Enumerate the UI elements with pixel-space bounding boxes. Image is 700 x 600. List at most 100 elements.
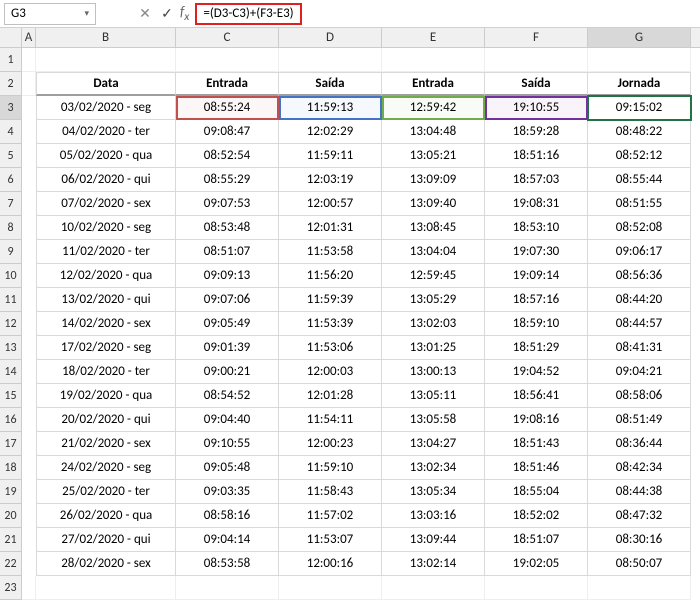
cell[interactable]	[382, 48, 485, 72]
formula-input[interactable]: =(D3-C3)+(F3-E3)	[195, 3, 301, 25]
cell[interactable]: 13:05:29	[382, 288, 485, 312]
cell[interactable]	[22, 48, 36, 72]
cell[interactable]: 08:55:24	[176, 96, 279, 120]
cell[interactable]: 07/02/2020 - sex	[36, 192, 176, 216]
cell[interactable]: 13:05:34	[382, 480, 485, 504]
cell[interactable]: 12:59:42	[382, 96, 485, 120]
cell[interactable]	[36, 48, 176, 72]
row-header[interactable]: 16	[0, 408, 22, 432]
cell[interactable]: 13:03:16	[382, 504, 485, 528]
cell[interactable]: 09:05:48	[176, 456, 279, 480]
cell[interactable]: 08:44:20	[588, 288, 691, 312]
cell[interactable]: 19:10:55	[485, 96, 588, 120]
cell[interactable]: 17/02/2020 - seg	[36, 336, 176, 360]
cell[interactable]: 08:41:31	[588, 336, 691, 360]
cell[interactable]: 08:50:07	[588, 552, 691, 576]
cell[interactable]	[382, 576, 485, 600]
cell[interactable]: 28/02/2020 - sex	[36, 552, 176, 576]
cell[interactable]: 12/02/2020 - qua	[36, 264, 176, 288]
cell[interactable]: 27/02/2020 - qui	[36, 528, 176, 552]
cell[interactable]: 09:04:40	[176, 408, 279, 432]
select-all-corner[interactable]	[0, 28, 22, 47]
table-header[interactable]: Jornada	[588, 72, 691, 96]
cell[interactable]: 13:01:25	[382, 336, 485, 360]
cell[interactable]	[22, 528, 36, 552]
cell[interactable]: 08:52:54	[176, 144, 279, 168]
cell[interactable]: 18:55:04	[485, 480, 588, 504]
row-header[interactable]: 2	[0, 72, 22, 96]
cell[interactable]: 11:53:07	[279, 528, 382, 552]
cell[interactable]	[22, 192, 36, 216]
cell[interactable]: 08:36:44	[588, 432, 691, 456]
cell[interactable]: 08:53:58	[176, 552, 279, 576]
cell[interactable]	[279, 576, 382, 600]
cell[interactable]: 14/02/2020 - sex	[36, 312, 176, 336]
cell[interactable]: 13:05:11	[382, 384, 485, 408]
cell[interactable]	[22, 360, 36, 384]
cell[interactable]: 19:08:16	[485, 408, 588, 432]
cell[interactable]: 18:51:43	[485, 432, 588, 456]
cell[interactable]	[22, 480, 36, 504]
cell[interactable]: 13:04:04	[382, 240, 485, 264]
cell[interactable]: 11:53:58	[279, 240, 382, 264]
cell[interactable]	[279, 48, 382, 72]
cell[interactable]: 13:04:27	[382, 432, 485, 456]
cell[interactable]	[22, 504, 36, 528]
cell[interactable]	[176, 48, 279, 72]
cell[interactable]: 19:04:52	[485, 360, 588, 384]
row-header[interactable]: 15	[0, 384, 22, 408]
cell[interactable]	[22, 312, 36, 336]
row-header[interactable]: 9	[0, 240, 22, 264]
cell[interactable]: 12:00:23	[279, 432, 382, 456]
cell[interactable]: 08:48:22	[588, 120, 691, 144]
fx-icon[interactable]: fx	[180, 3, 189, 24]
cell[interactable]: 18:51:07	[485, 528, 588, 552]
cell[interactable]: 11:53:39	[279, 312, 382, 336]
row-header[interactable]: 11	[0, 288, 22, 312]
chevron-down-icon[interactable]: ▾	[84, 8, 89, 19]
cell[interactable]	[588, 48, 691, 72]
table-header[interactable]: Entrada	[382, 72, 485, 96]
cell[interactable]: 25/02/2020 - ter	[36, 480, 176, 504]
cell[interactable]: 09:07:06	[176, 288, 279, 312]
cell[interactable]	[22, 96, 36, 120]
cell[interactable]: 04/02/2020 - ter	[36, 120, 176, 144]
cell[interactable]: 18/02/2020 - ter	[36, 360, 176, 384]
cell[interactable]: 09:03:35	[176, 480, 279, 504]
row-header[interactable]: 19	[0, 480, 22, 504]
cell[interactable]: 06/02/2020 - qui	[36, 168, 176, 192]
cell[interactable]: 18:56:41	[485, 384, 588, 408]
cell[interactable]: 08:58:16	[176, 504, 279, 528]
cell[interactable]: 09:01:39	[176, 336, 279, 360]
cell[interactable]: 13/02/2020 - qui	[36, 288, 176, 312]
row-header[interactable]: 21	[0, 528, 22, 552]
cell[interactable]: 18:51:46	[485, 456, 588, 480]
cell[interactable]: 13:02:03	[382, 312, 485, 336]
cell[interactable]	[22, 576, 36, 600]
cell[interactable]: 09:05:49	[176, 312, 279, 336]
cell[interactable]: 19/02/2020 - qua	[36, 384, 176, 408]
cell[interactable]: 13:09:09	[382, 168, 485, 192]
cell[interactable]: 08:44:57	[588, 312, 691, 336]
cell[interactable]: 03/02/2020 - seg	[36, 96, 176, 120]
cell[interactable]: 18:51:29	[485, 336, 588, 360]
cell[interactable]: 09:15:02	[588, 96, 691, 120]
col-header-B[interactable]: B	[36, 28, 176, 47]
cell[interactable]	[485, 48, 588, 72]
cell[interactable]: 18:59:28	[485, 120, 588, 144]
cell[interactable]: 12:01:31	[279, 216, 382, 240]
cell[interactable]: 13:02:14	[382, 552, 485, 576]
col-header-F[interactable]: F	[485, 28, 588, 47]
cell[interactable]: 13:08:45	[382, 216, 485, 240]
cell[interactable]: 11:53:06	[279, 336, 382, 360]
table-header[interactable]: Saída	[279, 72, 382, 96]
cell[interactable]	[22, 384, 36, 408]
cell[interactable]: 11:56:20	[279, 264, 382, 288]
col-header-D[interactable]: D	[279, 28, 382, 47]
row-header[interactable]: 23	[0, 576, 22, 600]
cell[interactable]	[176, 576, 279, 600]
cell[interactable]: 18:52:02	[485, 504, 588, 528]
cell[interactable]: 18:57:03	[485, 168, 588, 192]
cell[interactable]: 19:09:14	[485, 264, 588, 288]
cell[interactable]	[22, 408, 36, 432]
